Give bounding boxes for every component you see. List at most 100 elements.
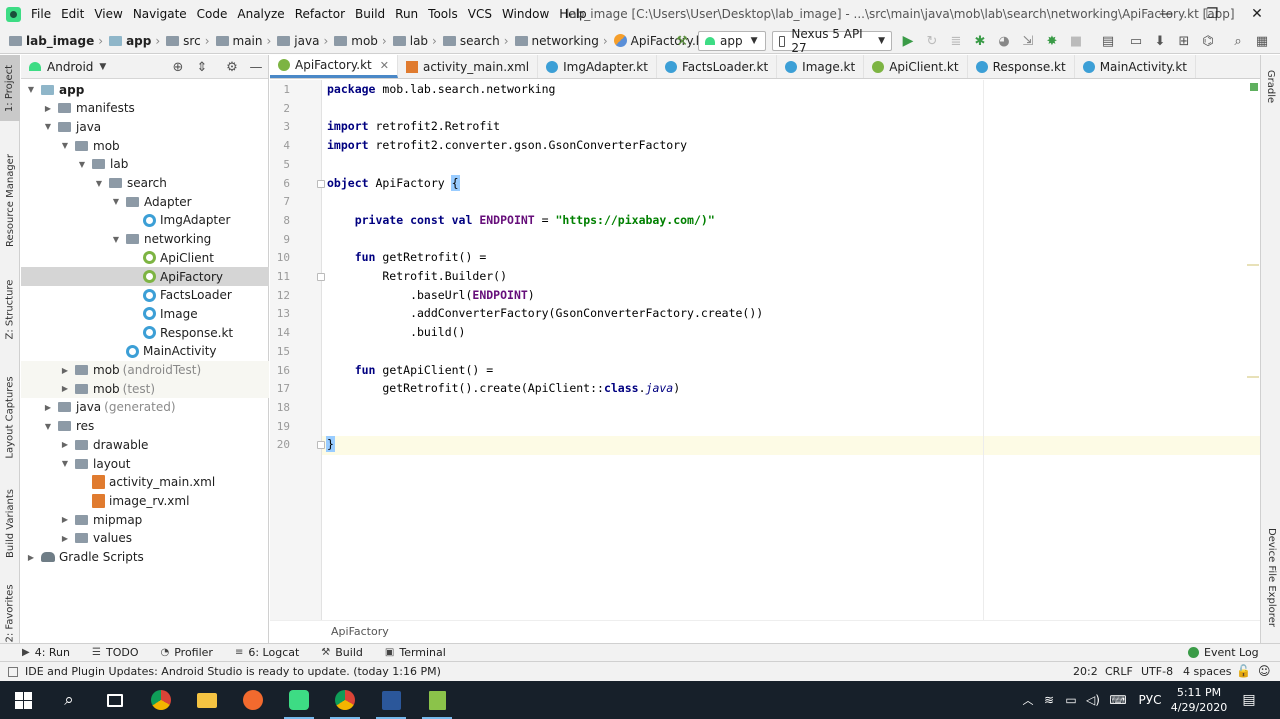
editor-tab[interactable]: MainActivity.kt [1075,55,1196,78]
expanded-arrow-icon[interactable]: ▼ [59,459,71,468]
fold-marker-icon[interactable] [317,441,325,450]
code-line[interactable]: Retrofit.Builder() [327,269,507,283]
file-encoding[interactable]: UTF-8 [1141,661,1173,681]
sdk-manager-icon[interactable]: ⬇ [1148,28,1172,54]
tree-item[interactable]: ▼ res [21,417,269,436]
breadcrumb-item[interactable]: search › [440,34,512,48]
tab-favorites[interactable]: 2: Favorites [0,583,20,643]
chevron-down-icon[interactable]: ▼ [99,62,106,72]
menu-view[interactable]: View [89,0,127,28]
close-tab-icon[interactable]: ✕ [380,59,389,72]
stop-icon[interactable]: ■ [1064,28,1088,54]
expanded-arrow-icon[interactable]: ▼ [76,160,88,169]
taskbar-chrome[interactable] [138,681,184,719]
search-icon[interactable]: ⌕ [1226,28,1250,54]
tree-item[interactable]: ▼ lab [21,155,269,174]
tree-item[interactable]: ▼ Adapter [21,192,269,211]
menu-navigate[interactable]: Navigate [128,0,192,28]
expanded-arrow-icon[interactable]: ▼ [93,179,105,188]
menu-window[interactable]: Window [497,0,554,28]
editor-tab[interactable]: ApiClient.kt [864,55,968,78]
tree-item[interactable]: ▶ drawable [21,435,269,454]
volume-icon[interactable]: ◁) [1082,693,1104,707]
menu-code[interactable]: Code [192,0,233,28]
tree-item[interactable]: ▼ search [21,174,269,193]
editor-tab[interactable]: Image.kt [777,55,865,78]
menu-refactor[interactable]: Refactor [290,0,350,28]
taskbar-notepad[interactable] [414,681,460,719]
tree-item[interactable]: ▶ mob (test) [21,379,269,399]
tab-structure[interactable]: Z: Structure [0,273,20,345]
collapsed-arrow-icon[interactable]: ▶ [59,534,71,543]
notifications-icon[interactable]: ▤ [1230,692,1268,708]
tree-item[interactable]: MainActivity [21,342,269,361]
taskbar-android-studio[interactable] [276,681,322,719]
run-config-select[interactable]: app ▼ [698,31,766,51]
tool-build[interactable]: ⚒ Build [321,646,363,659]
breadcrumb-item[interactable]: lab_image › [6,34,106,48]
tab-resource-manager[interactable]: Resource Manager [0,145,20,255]
menu-edit[interactable]: Edit [56,0,89,28]
tree-item[interactable]: ▶ java (generated) [21,398,269,417]
apply-changes-icon[interactable]: ↻ [920,28,944,54]
hide-panel-icon[interactable]: — [244,55,268,79]
apply-code-changes-icon[interactable]: ≣ [944,28,968,54]
taskbar-word[interactable] [368,681,414,719]
avd-manager-icon[interactable]: ▭ [1124,28,1148,54]
gear-icon[interactable]: ⚙ [220,55,244,79]
expanded-arrow-icon[interactable]: ▼ [59,141,71,150]
event-log-button[interactable]: Event Log [1188,643,1259,661]
breadcrumb-item[interactable]: src › [163,34,212,48]
tree-item[interactable]: ▼ java [21,117,269,136]
code-line[interactable]: .addConverterFactory(GsonConverterFactor… [327,306,763,320]
code-line[interactable]: object ApiFactory { [327,174,460,191]
collapsed-arrow-icon[interactable]: ▶ [59,515,71,524]
tab-gradle[interactable]: Gradle [1261,61,1280,111]
code-line[interactable]: fun getApiClient() = [327,363,493,377]
expanded-arrow-icon[interactable]: ▼ [42,122,54,131]
expanded-arrow-icon[interactable]: ▼ [110,235,122,244]
menu-tools[interactable]: Tools [423,0,463,28]
ide-features-icon[interactable]: ▦ [1250,28,1274,54]
menu-analyze[interactable]: Analyze [232,0,289,28]
collapsed-arrow-icon[interactable]: ▶ [59,366,71,375]
indent-setting[interactable]: 4 spaces [1183,661,1232,681]
code-line[interactable]: import retrofit2.Retrofit [327,119,500,133]
tree-item[interactable]: ▶ mob (androidTest) [21,360,269,380]
tab-layout-captures[interactable]: Layout Captures [0,367,20,467]
editor-tab[interactable]: ImgAdapter.kt [538,55,657,78]
expanded-arrow-icon[interactable]: ▼ [110,197,122,206]
fold-marker-icon[interactable] [317,179,325,188]
code-editor[interactable]: 1 2 3 4 5 6 7 8 9 10 11 12 13 14 15 16 17 18 19 20 package … [270,80,1260,620]
tree-item[interactable]: ▶ mipmap [21,510,269,529]
fold-marker-icon[interactable] [317,273,325,281]
search-button[interactable]: ⌕ [46,681,92,719]
tree-item[interactable]: FactsLoader [21,286,269,305]
menu-build[interactable]: Build [350,0,390,28]
tree-item[interactable]: ▶ Gradle Scripts [21,548,269,567]
tool-logcat[interactable]: ≡ 6: Logcat [235,646,299,659]
code-line[interactable]: getRetrofit().create(ApiClient::class.ja… [327,381,680,395]
code-line[interactable]: private const val ENDPOINT = "https://pi… [327,213,715,227]
expanded-arrow-icon[interactable]: ▼ [42,422,54,431]
tree-item[interactable]: ▼ mob [21,136,269,155]
editor-tab[interactable]: FactsLoader.kt [657,55,778,78]
locate-icon[interactable]: ⊕ [166,55,190,79]
device-select[interactable]: Nexus 5 API 27 ▼ [772,27,892,55]
lock-icon[interactable]: 🔓 [1236,661,1251,681]
breadcrumb-item[interactable]: networking › [512,34,611,48]
clock[interactable]: 5:11 PM 4/29/2020 [1168,685,1230,715]
taskbar-chrome-profile[interactable] [322,681,368,719]
tool-profiler[interactable]: ◔ Profiler [160,646,212,659]
expanded-arrow-icon[interactable]: ▼ [25,85,37,94]
tree-item[interactable]: Response.kt [21,323,269,342]
keyboard-icon[interactable]: ⌨ [1104,693,1132,707]
start-button[interactable] [0,681,46,719]
task-view-button[interactable] [92,681,138,719]
tree-item[interactable]: activity_main.xml [21,473,269,492]
taskbar-file-explorer[interactable] [184,681,230,719]
breadcrumb-item[interactable]: app › [106,34,163,48]
collapsed-arrow-icon[interactable]: ▶ [42,104,54,113]
project-structure-icon[interactable]: ⊞ [1172,28,1196,54]
status-message[interactable]: IDE and Plugin Updates: Android Studio i… [8,665,441,678]
